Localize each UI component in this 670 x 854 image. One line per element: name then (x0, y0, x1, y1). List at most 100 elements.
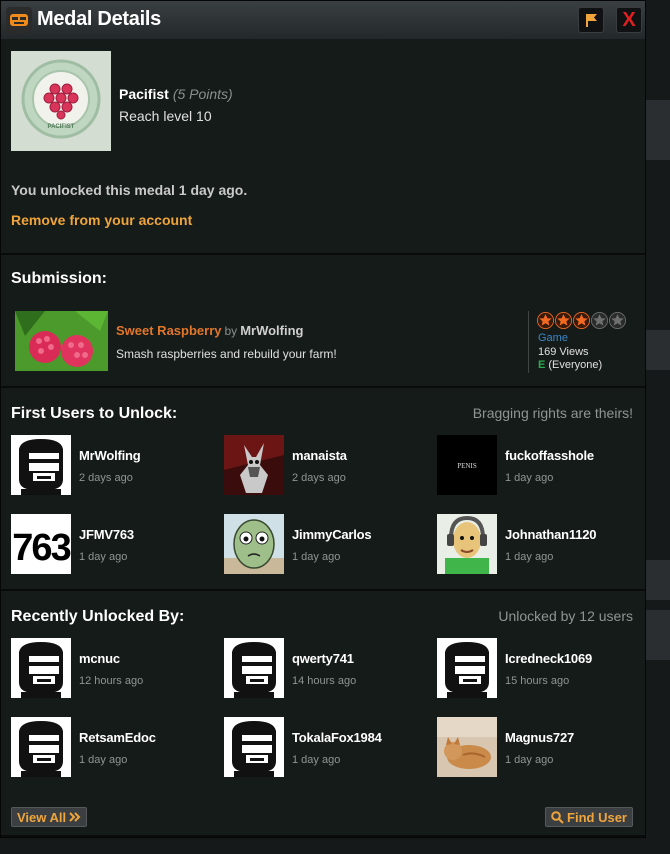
user-name-link[interactable]: qwerty741 (292, 651, 354, 666)
user-card[interactable]: JimmyCarlos 1 day ago (224, 514, 424, 574)
submission-title-link[interactable]: Sweet Raspberry (116, 323, 222, 338)
by-label: by (224, 324, 238, 338)
armored-creature-avatar-icon (224, 435, 284, 495)
user-card[interactable]: mcnuc 12 hours ago (11, 638, 211, 698)
unlock-time: 15 hours ago (505, 675, 570, 687)
user-card[interactable]: Icredneck1069 15 hours ago (437, 638, 637, 698)
unlock-time: 2 days ago (292, 472, 346, 484)
background-strip (644, 330, 670, 370)
unlock-time: 1 day ago (79, 551, 128, 563)
user-avatar[interactable]: 763 (11, 514, 71, 574)
user-name-link[interactable]: Magnus727 (505, 730, 574, 745)
user-card[interactable]: MrWolfing 2 days ago (11, 435, 211, 495)
submission-section: Submission: Sweet Raspberry by MrWolfing S… (1, 255, 645, 388)
window-title: Medal Details (37, 8, 161, 30)
user-name-link[interactable]: mcnuc (79, 651, 120, 666)
user-name-link[interactable]: JimmyCarlos (292, 527, 372, 542)
first-users-section: First Users to Unlock: Bragging rights a… (1, 388, 645, 591)
recent-users-heading: Recently Unlocked By: (11, 608, 185, 625)
remove-medal-link[interactable]: Remove from your account (11, 212, 192, 228)
user-name-link[interactable]: TokalaFox1984 (292, 730, 382, 745)
star-empty-icon (591, 312, 608, 329)
close-button[interactable]: X (616, 7, 642, 33)
unlock-time: 1 day ago (505, 472, 554, 484)
svg-text:763: 763 (12, 527, 70, 569)
submission-type-link[interactable]: Game (538, 332, 568, 344)
default-avatar-icon (11, 638, 71, 698)
background-strip (644, 100, 670, 160)
user-name-link[interactable]: RetsamEdoc (79, 730, 156, 745)
number-avatar-icon: 763 (11, 514, 71, 574)
user-card[interactable]: manaista 2 days ago (224, 435, 424, 495)
view-all-button[interactable]: View All (11, 807, 88, 827)
user-avatar[interactable] (11, 717, 71, 777)
medal-details-window: Medal Details X PACIFIST Pacifist (5 Poi… (0, 0, 646, 838)
user-name-link[interactable]: Johnathan1120 (505, 527, 597, 542)
default-avatar-icon (11, 717, 71, 777)
user-card[interactable]: RetsamEdoc 1 day ago (11, 717, 211, 777)
green-face-avatar-icon (224, 514, 284, 574)
user-avatar[interactable] (437, 514, 497, 574)
user-avatar[interactable] (224, 717, 284, 777)
headphones-character-avatar-icon (437, 514, 497, 574)
unlock-time: 1 day ago (505, 551, 554, 563)
unlock-time: 14 hours ago (292, 675, 357, 687)
default-avatar-icon (11, 435, 71, 495)
content-rating: E (Everyone) (538, 359, 602, 371)
user-card[interactable]: Johnathan1120 1 day ago (437, 514, 637, 574)
unlock-time: 1 day ago (292, 551, 341, 563)
unlock-time: 1 day ago (505, 754, 554, 766)
user-avatar[interactable] (224, 638, 284, 698)
user-name-link[interactable]: fuckoffasshole (505, 448, 594, 463)
user-avatar[interactable]: PENIS (437, 435, 497, 495)
star-rating (537, 312, 626, 329)
flag-icon (586, 14, 597, 27)
titlebar: Medal Details X (1, 1, 645, 40)
user-card[interactable]: qwerty741 14 hours ago (224, 638, 424, 698)
submission-thumbnail[interactable] (15, 311, 108, 371)
svg-text:PENIS: PENIS (457, 462, 477, 470)
star-filled-icon (537, 312, 554, 329)
double-chevron-right-icon (69, 812, 81, 822)
find-user-button[interactable]: Find User (545, 807, 633, 827)
unlock-time: 2 days ago (79, 472, 133, 484)
submission-views: 169 Views (538, 346, 589, 358)
submission-description: Smash raspberries and rebuild your farm! (116, 347, 337, 361)
submission-author-link[interactable]: MrWolfing (240, 323, 303, 338)
user-avatar[interactable] (224, 435, 284, 495)
user-card[interactable]: Magnus727 1 day ago (437, 717, 637, 777)
submission-heading: Submission: (11, 270, 108, 287)
user-avatar[interactable] (11, 638, 71, 698)
first-users-heading: First Users to Unlock: (11, 405, 178, 422)
divider (528, 311, 529, 373)
user-card[interactable]: 763 JFMV763 1 day ago (11, 514, 211, 574)
default-avatar-icon (224, 717, 284, 777)
user-card[interactable]: PENIS fuckoffasshole 1 day ago (437, 435, 637, 495)
cat-photo-avatar-icon (437, 717, 497, 777)
recent-users-note: Unlocked by 12 users (498, 608, 633, 624)
user-name-link[interactable]: Icredneck1069 (505, 651, 592, 666)
background-strip (644, 560, 670, 600)
search-icon (551, 810, 564, 824)
user-name-link[interactable]: MrWolfing (79, 448, 141, 463)
user-avatar[interactable] (11, 435, 71, 495)
submission-title-line: Sweet Raspberry by MrWolfing (116, 323, 304, 338)
find-user-label: Find User (567, 809, 627, 825)
unlock-time: 1 day ago (292, 754, 341, 766)
medal-points: (5 Points) (172, 86, 233, 102)
user-avatar[interactable] (437, 638, 497, 698)
user-avatar[interactable] (224, 514, 284, 574)
star-filled-icon (573, 312, 590, 329)
content-rating-label: (Everyone) (548, 359, 603, 371)
user-name-link[interactable]: manaista (292, 448, 347, 463)
background-strip (644, 610, 670, 660)
flag-button[interactable] (578, 7, 604, 33)
medal-badge-text: PACIFIST (47, 124, 75, 130)
default-avatar-icon (437, 638, 497, 698)
user-avatar[interactable] (437, 717, 497, 777)
unlock-time: 1 day ago (79, 754, 128, 766)
user-card[interactable]: TokalaFox1984 1 day ago (224, 717, 424, 777)
user-name-link[interactable]: JFMV763 (79, 527, 134, 542)
star-empty-icon (609, 312, 626, 329)
medal-description: Reach level 10 (119, 108, 212, 124)
